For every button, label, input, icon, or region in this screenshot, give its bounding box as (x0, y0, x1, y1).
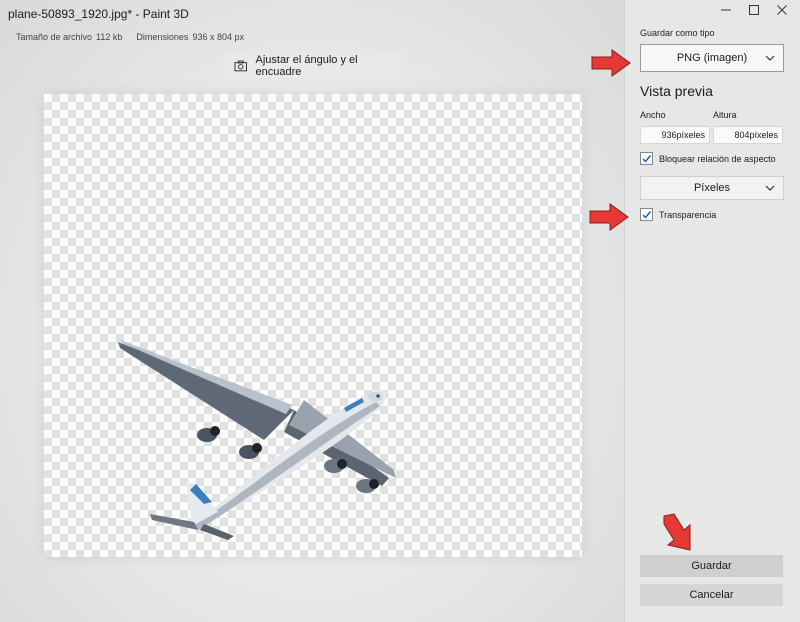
width-label: Ancho (640, 110, 666, 120)
cancel-button[interactable]: Cancelar (640, 584, 783, 606)
preview-heading: Vista previa (640, 83, 713, 99)
dimensions-label: Dimensiones (136, 32, 189, 42)
file-size-value: 112 kb (96, 32, 123, 42)
save-type-select[interactable]: PNG (imagen) (640, 44, 784, 72)
lock-aspect-label: Bloquear relación de aspecto (659, 153, 776, 164)
maximize-icon[interactable] (744, 4, 764, 20)
chevron-down-icon (765, 55, 775, 61)
transparency-label: Transparencia (659, 209, 717, 220)
unit-select[interactable]: Píxeles (640, 176, 784, 200)
file-size-label: Tamaño de archivo (16, 32, 93, 42)
checkmark-icon (642, 211, 652, 219)
save-type-label: Guardar como tipo (640, 28, 715, 38)
file-info: Tamaño de archivo 112 kb Dimensiones 936… (16, 32, 244, 42)
transparency-option[interactable]: Transparencia (640, 208, 716, 221)
adjust-crop-button[interactable]: Ajustar el ángulo y el encuadre (224, 54, 401, 78)
adjust-crop-label: Ajustar el ángulo y el encuadre (255, 54, 358, 78)
unit-value: Píxeles (693, 182, 731, 194)
checkmark-icon (642, 155, 652, 163)
save-button[interactable]: Guardar (640, 555, 783, 577)
chevron-down-icon (765, 185, 775, 191)
window-title: plane-50893_1920.jpg* - Paint 3D (8, 7, 189, 21)
transparency-checkbox[interactable] (640, 208, 653, 221)
save-type-value: PNG (imagen) (676, 52, 748, 64)
minimize-icon[interactable] (716, 4, 736, 20)
annotation-arrow-icon (663, 513, 691, 551)
close-icon[interactable] (772, 4, 792, 20)
image-preview (44, 94, 582, 557)
dimensions-value: 936 x 804 px (192, 32, 244, 42)
height-input[interactable]: 804píxeles (713, 126, 783, 144)
canvas-area: plane-50893_1920.jpg* - Paint 3D Tamaño … (0, 0, 624, 622)
width-input[interactable]: 936píxeles (640, 126, 710, 144)
height-label: Altura (713, 110, 737, 120)
lock-aspect-option[interactable]: Bloquear relación de aspecto (640, 152, 776, 165)
annotation-arrow-icon (591, 49, 631, 77)
airplane-image (118, 340, 396, 540)
lock-aspect-checkbox[interactable] (640, 152, 653, 165)
annotation-arrow-icon (589, 203, 629, 231)
camera-icon (234, 60, 248, 72)
